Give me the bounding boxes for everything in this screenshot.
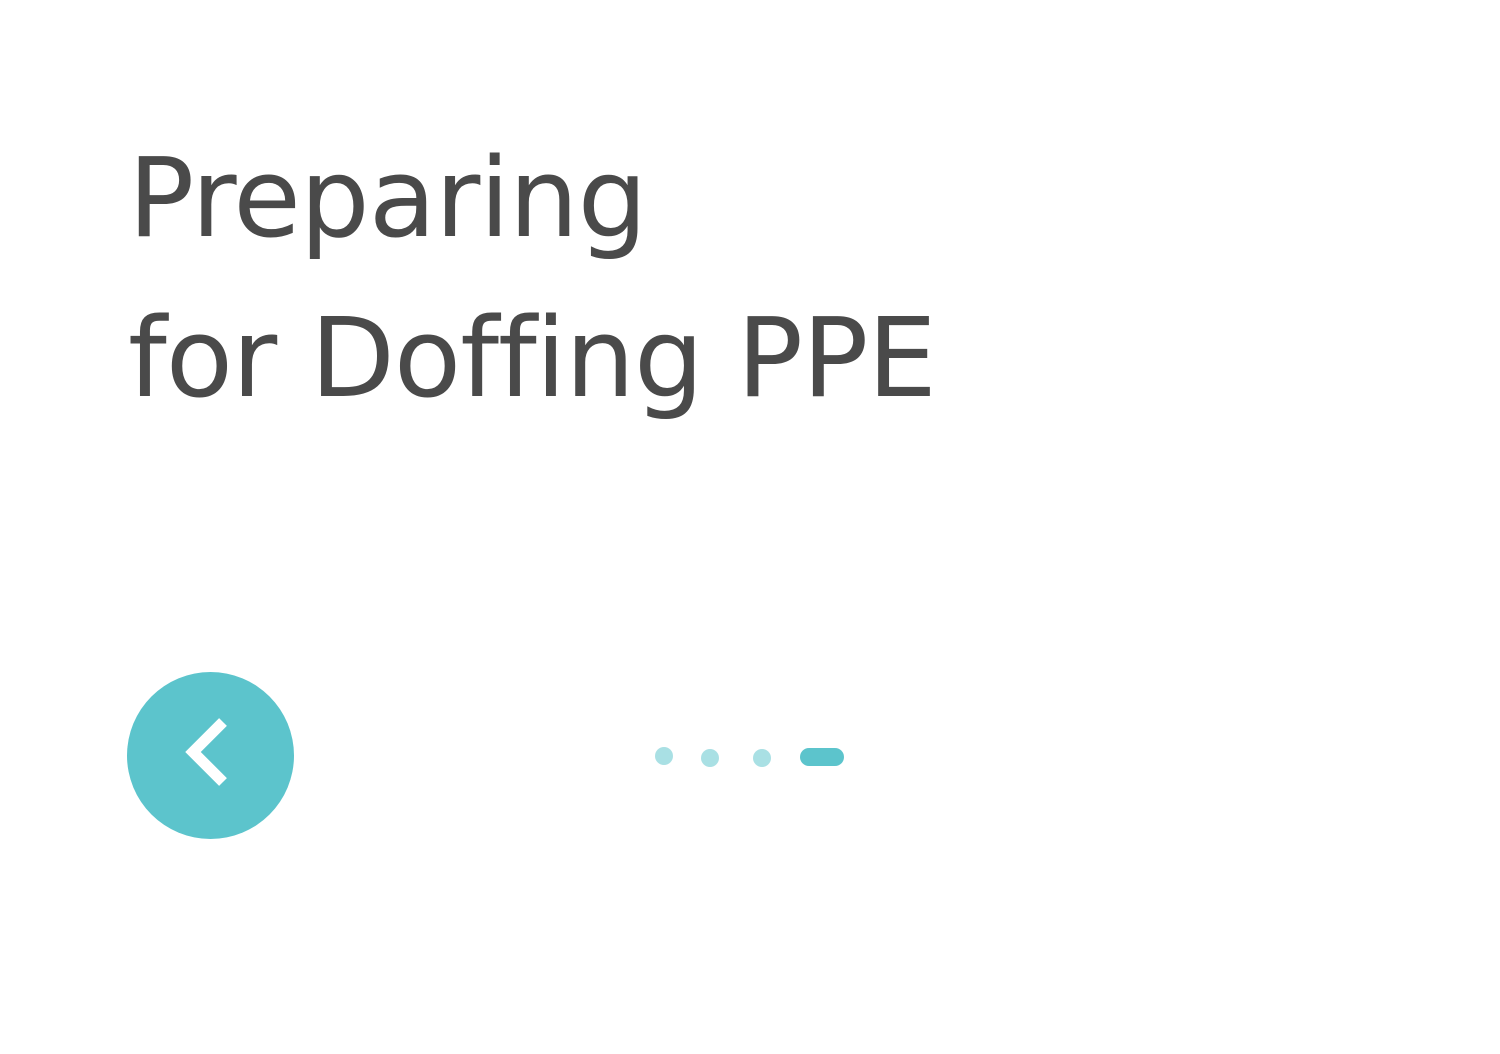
back-button[interactable] — [127, 672, 294, 839]
page-title: Preparing for Doffing PPE — [128, 118, 937, 438]
chevron-left-icon — [184, 717, 227, 786]
page-indicator — [655, 747, 855, 767]
page-dot-1[interactable] — [655, 747, 673, 765]
page-dot-4-active[interactable] — [800, 748, 844, 766]
page-dot-3[interactable] — [753, 749, 771, 767]
title-line-2: for Doffing PPE — [128, 294, 937, 422]
page-dot-2[interactable] — [701, 749, 719, 767]
title-line-1: Preparing — [128, 134, 647, 262]
